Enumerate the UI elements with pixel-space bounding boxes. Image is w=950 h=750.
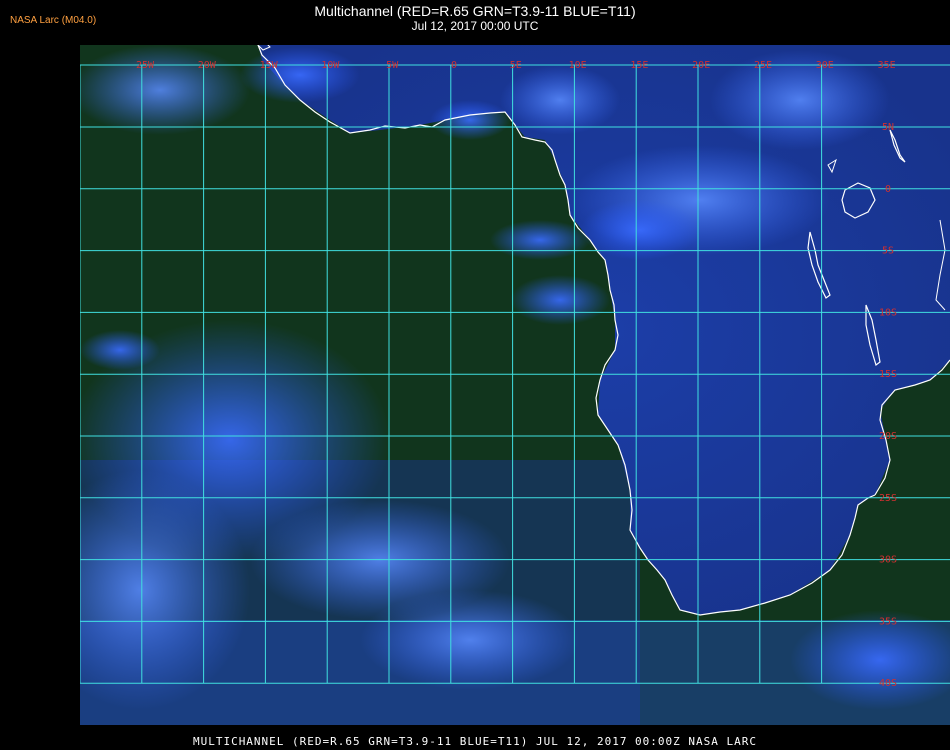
latitude-label: 5N bbox=[882, 122, 894, 133]
longitude-label: 10W bbox=[321, 60, 340, 71]
longitude-label: 10E bbox=[569, 60, 587, 71]
latitude-label: 30S bbox=[879, 555, 897, 566]
footer-caption: MULTICHANNEL (RED=R.65 GRN=T3.9-11 BLUE=… bbox=[192, 735, 758, 748]
longitude-label: 35E bbox=[878, 60, 896, 71]
latitude-label: 15S bbox=[879, 369, 897, 380]
latitude-label: 25S bbox=[879, 493, 897, 504]
longitude-label: 15E bbox=[630, 60, 648, 71]
longitude-label: 30E bbox=[816, 60, 834, 71]
latitude-label: 20S bbox=[879, 431, 897, 442]
longitude-label: 15W bbox=[260, 60, 279, 71]
latitude-label: 40S bbox=[879, 678, 897, 689]
longitude-label: 20E bbox=[692, 60, 710, 71]
latitude-label: 0 bbox=[885, 184, 891, 195]
longitude-label: 20W bbox=[198, 60, 217, 71]
satellite-map: 25W 20W 15W 10W 5W 0 5E 10E 15E 20E 25E 30E 35E 5N 0 5… bbox=[80, 45, 950, 725]
longitude-label: 25E bbox=[754, 60, 772, 71]
longitude-label: 5E bbox=[510, 60, 522, 71]
latitude-label: 5S bbox=[882, 246, 894, 257]
longitude-label: 5W bbox=[386, 60, 399, 71]
latitude-label: 35S bbox=[879, 616, 897, 627]
longitude-label: 25W bbox=[136, 60, 155, 71]
latitude-label: 10S bbox=[879, 307, 897, 318]
longitude-label: 0 bbox=[451, 60, 457, 71]
